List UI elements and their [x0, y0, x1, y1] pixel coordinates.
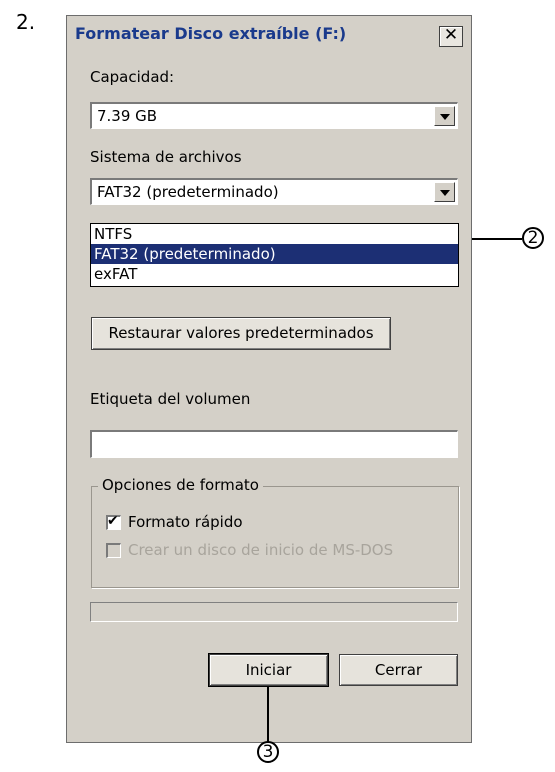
- callout-line-2: [472, 238, 522, 240]
- close-button[interactable]: Cerrar: [339, 654, 458, 686]
- close-icon[interactable]: ✕: [439, 26, 463, 47]
- format-options-group: Opciones de formato ✔ Formato rápido Cre…: [91, 476, 459, 588]
- filesystem-label: Sistema de archivos: [90, 148, 242, 166]
- capacity-value: 7.39 GB: [97, 107, 158, 125]
- msdos-checkbox: [106, 543, 121, 558]
- msdos-label: Crear un disco de inicio de MS-DOS: [128, 541, 394, 559]
- filesystem-combobox[interactable]: FAT32 (predeterminado): [90, 178, 458, 205]
- restore-defaults-button[interactable]: Restaurar valores predeterminados: [91, 317, 391, 350]
- quick-format-checkbox[interactable]: ✔: [106, 513, 121, 530]
- capacity-label: Capacidad:: [90, 68, 175, 86]
- dialog-title: Formatear Disco extraíble (F:): [75, 24, 347, 43]
- callout-marker-3: 3: [257, 741, 279, 763]
- quick-format-label[interactable]: Formato rápido: [128, 513, 243, 531]
- dropdown-option-ntfs[interactable]: NTFS: [91, 224, 458, 244]
- title-bar: Formatear Disco extraíble (F:) ✕: [67, 16, 471, 52]
- dropdown-option-exfat[interactable]: exFAT: [91, 264, 458, 284]
- chevron-down-icon[interactable]: [434, 182, 455, 202]
- filesystem-dropdown-list: NTFS FAT32 (predeterminado) exFAT: [90, 223, 459, 287]
- capacity-combobox[interactable]: 7.39 GB: [90, 102, 458, 129]
- callout-marker-2: 2: [522, 227, 544, 249]
- filesystem-value: FAT32 (predeterminado): [97, 183, 279, 201]
- step-number: 2.: [16, 10, 36, 34]
- checkmark-icon: ✔: [107, 513, 119, 529]
- start-button[interactable]: Iniciar: [208, 653, 329, 687]
- format-options-label: Opciones de formato: [98, 476, 263, 494]
- progress-bar: [90, 602, 458, 622]
- format-dialog: Formatear Disco extraíble (F:) ✕ Capacid…: [66, 15, 472, 743]
- dropdown-option-fat32[interactable]: FAT32 (predeterminado): [91, 244, 458, 264]
- volume-label-label: Etiqueta del volumen: [90, 390, 251, 408]
- volume-label-input[interactable]: [90, 430, 458, 458]
- callout-line-3: [267, 686, 269, 742]
- chevron-down-icon[interactable]: [434, 106, 455, 126]
